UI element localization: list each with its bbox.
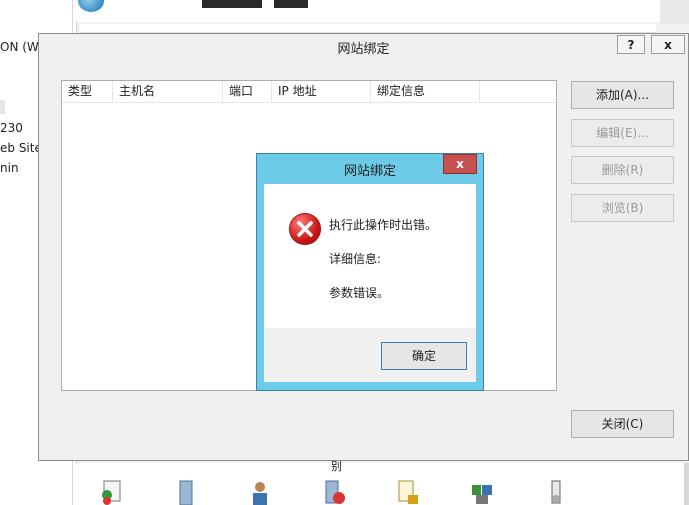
column-type[interactable]: 类型 bbox=[62, 81, 113, 102]
error-x-icon bbox=[297, 221, 313, 237]
error-box-close-button[interactable]: x bbox=[443, 154, 477, 174]
column-binding-info[interactable]: 绑定信息 bbox=[371, 81, 480, 102]
feature-doc-lock-icon[interactable] bbox=[396, 479, 420, 505]
bindings-list-header: 类型 主机名 端口 IP 地址 绑定信息 bbox=[62, 81, 556, 103]
feature-tools-icon[interactable] bbox=[544, 479, 568, 505]
feature-users-icon[interactable] bbox=[248, 479, 272, 505]
features-header bbox=[76, 0, 660, 22]
feature-icons-row: 别 bbox=[76, 460, 689, 505]
dialog-close-button[interactable]: x bbox=[651, 35, 685, 54]
vertical-scrollbar[interactable] bbox=[684, 463, 689, 505]
error-icon bbox=[289, 213, 321, 245]
ok-button[interactable]: 确定 bbox=[381, 342, 467, 370]
tree-node-web-site[interactable]: eb Site bbox=[0, 141, 42, 155]
feature-modules-icon[interactable] bbox=[470, 479, 494, 505]
feature-blocked-icon[interactable] bbox=[322, 479, 346, 505]
remove-button[interactable]: 删除(R) bbox=[571, 156, 674, 184]
dialog-title: 网站绑定 bbox=[337, 42, 390, 57]
feature-server-icon[interactable] bbox=[174, 479, 198, 505]
column-port[interactable]: 端口 bbox=[223, 81, 272, 102]
features-title-text-icon bbox=[202, 0, 308, 8]
help-button[interactable]: ? bbox=[617, 35, 645, 54]
error-box-body: 执行此操作时出错。 详细信息: 参数错误。 bbox=[264, 184, 476, 328]
tree-node-admin[interactable]: nin bbox=[0, 161, 19, 175]
tree-node-230[interactable]: 230 bbox=[0, 121, 23, 135]
edit-button[interactable]: 编辑(E)... bbox=[571, 119, 674, 147]
features-toolbar bbox=[80, 24, 656, 33]
tree-node-server[interactable]: ON (WI bbox=[0, 40, 42, 54]
features-title bbox=[200, 0, 350, 23]
scrollbar-thumb[interactable] bbox=[660, 0, 689, 24]
column-hostname[interactable]: 主机名 bbox=[113, 81, 223, 102]
error-box-footer: 确定 bbox=[264, 328, 476, 382]
browse-button[interactable]: 浏览(B) bbox=[571, 194, 674, 222]
tree-selection bbox=[0, 100, 5, 114]
feature-cert-icon[interactable] bbox=[100, 479, 124, 505]
error-message: 执行此操作时出错。 bbox=[329, 218, 438, 232]
add-button[interactable]: 添加(A)... bbox=[571, 81, 674, 109]
close-button[interactable]: 关闭(C) bbox=[571, 410, 674, 438]
error-details-text: 参数错误。 bbox=[329, 286, 390, 300]
error-details-label: 详细信息: bbox=[329, 252, 382, 266]
column-ip-address[interactable]: IP 地址 bbox=[272, 81, 371, 102]
error-message-box: 网站绑定 x 执行此操作时出错。 详细信息: 参数错误。 确定 bbox=[256, 153, 484, 391]
